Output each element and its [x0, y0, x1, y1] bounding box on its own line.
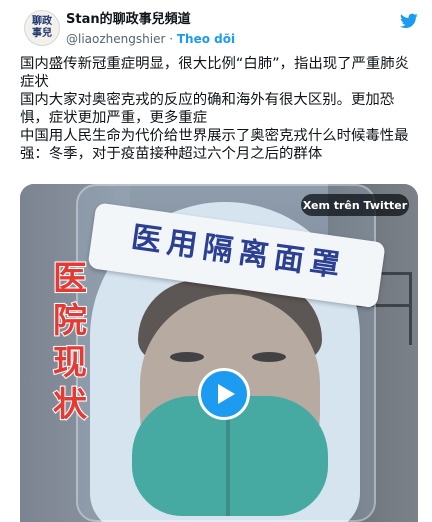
twitter-bird-icon[interactable] — [400, 13, 418, 29]
tweet-paragraph-2: 国内大家对奥密克戎的反应的确和海外有很大区别。更加恐惧，症状更加严重，更多重症 — [20, 92, 395, 126]
video-thumbnail[interactable]: 医用隔离面罩 医 院 现 状 Xem trên Twitter — [20, 184, 418, 522]
side-caption: 医 院 现 状 — [50, 258, 90, 426]
side-caption-char-4: 状 — [52, 384, 88, 426]
play-button[interactable] — [198, 368, 250, 420]
author-handle[interactable]: @liaozhengshier — [66, 32, 165, 46]
side-caption-char-3: 现 — [52, 342, 88, 384]
play-icon — [218, 384, 235, 404]
author-block: Stan的聊政事兒頻道 @liaozhengshier · Theo dõi — [66, 12, 235, 47]
tweet-text: 国内盛传新冠重症明显，很大比例“白肺”，指出现了严重肺炎症状 国内大家对奥密克戎… — [20, 55, 420, 163]
meta-separator: · — [169, 32, 174, 46]
side-caption-char-1: 医 — [52, 258, 88, 300]
avatar-text-line2: 事兒 — [32, 28, 52, 39]
author-meta: @liaozhengshier · Theo dõi — [66, 31, 235, 47]
side-caption-char-2: 院 — [52, 300, 88, 342]
tweet-paragraph-3: 中国用人民生命为代价给世界展示了奥密克戎什么时候毒性最强：冬季，对于疫苗接种超过… — [20, 128, 409, 162]
avatar-text-line1: 聊政 — [32, 16, 52, 27]
watch-on-twitter-button[interactable]: Xem trên Twitter — [301, 194, 409, 216]
embedded-tweet: 聊政 事兒 Stan的聊政事兒頻道 @liaozhengshier · Theo… — [0, 0, 432, 522]
follow-button[interactable]: Theo dõi — [177, 32, 235, 46]
author-name[interactable]: Stan的聊政事兒頻道 — [66, 12, 235, 28]
tweet-paragraph-1: 国内盛传新冠重症明显，很大比例“白肺”，指出现了严重肺炎症状 — [20, 56, 410, 90]
avatar[interactable]: 聊政 事兒 — [24, 10, 60, 46]
